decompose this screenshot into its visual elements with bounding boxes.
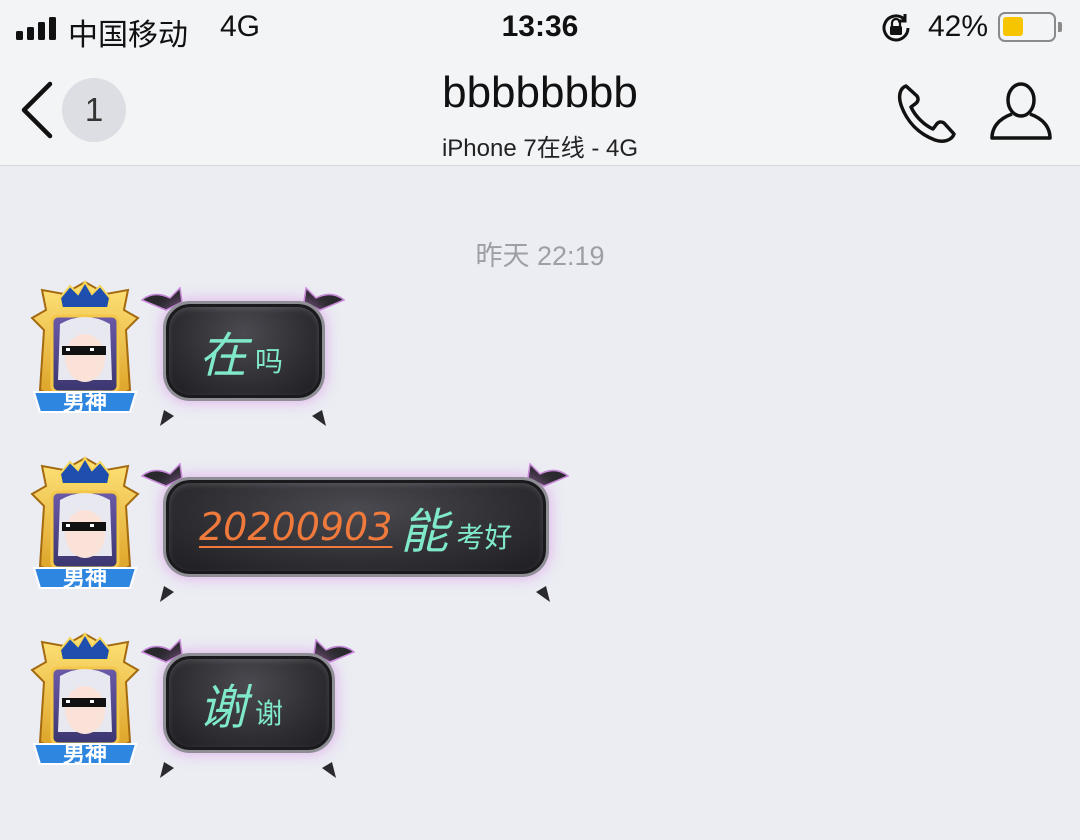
battery-level-fill: [1003, 17, 1023, 36]
message-text-large: 在: [199, 328, 250, 384]
message-content: 在 吗: [166, 304, 322, 398]
avatar[interactable]: 男神: [20, 280, 150, 430]
call-button[interactable]: [892, 78, 962, 148]
message-text-small: 吗: [255, 345, 284, 378]
message-timestamp: 昨天 22:19: [475, 241, 605, 271]
message-text-large: 能: [400, 504, 451, 560]
message-link-number[interactable]: 20200903: [199, 505, 392, 549]
svg-text:男神: 男神: [63, 390, 107, 416]
message-row: 男神 在 吗: [0, 280, 1080, 440]
chat-header: 1 bbbbbbbb iPhone 7在线 - 4G: [0, 58, 1080, 166]
battery-icon: [998, 12, 1062, 42]
message-text-small: 考好: [456, 521, 513, 554]
message-content: 谢 谢: [166, 656, 332, 750]
orientation-lock-icon: [878, 10, 914, 54]
svg-text:男神: 男神: [63, 566, 107, 592]
profile-button[interactable]: [988, 78, 1054, 148]
message-content: 20200903 能 考好: [166, 480, 546, 574]
message-text-small: 谢: [255, 697, 284, 730]
avatar[interactable]: 男神: [20, 632, 150, 782]
status-bar: 中国移动 4G 13:36 42%: [0, 0, 1080, 58]
message-row: 男神 谢 谢: [0, 632, 1080, 792]
phone-icon: [897, 84, 956, 143]
message-bubble[interactable]: 在 吗: [140, 280, 346, 430]
message-text-large: 谢: [199, 680, 250, 736]
clock: 13:36: [501, 10, 579, 43]
message-bubble[interactable]: 谢 谢: [140, 632, 356, 782]
person-icon: [990, 82, 1052, 140]
battery-percent: 42%: [928, 10, 989, 43]
message-bubble[interactable]: 20200903 能 考好: [140, 456, 570, 606]
svg-text:男神: 男神: [63, 742, 107, 768]
avatar[interactable]: 男神: [20, 456, 150, 606]
message-row: 男神 20200903 能 考好: [0, 456, 1080, 616]
